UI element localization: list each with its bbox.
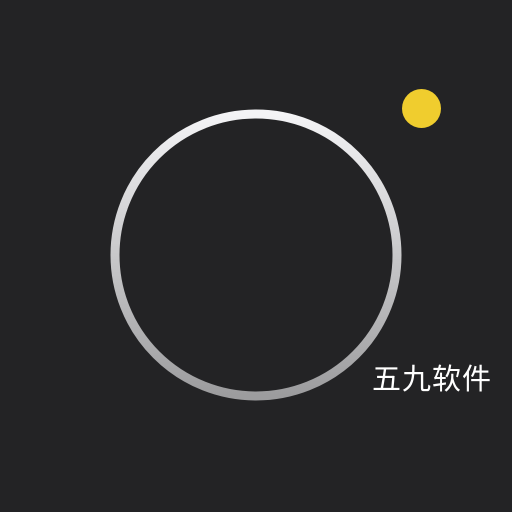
watermark-text: 五九软件 — [372, 362, 493, 396]
app-icon: 五九软件 — [0, 0, 512, 512]
lens-ring-icon — [110, 109, 402, 401]
flash-indicator-dot — [402, 89, 441, 128]
lens-ring — [110, 109, 402, 401]
